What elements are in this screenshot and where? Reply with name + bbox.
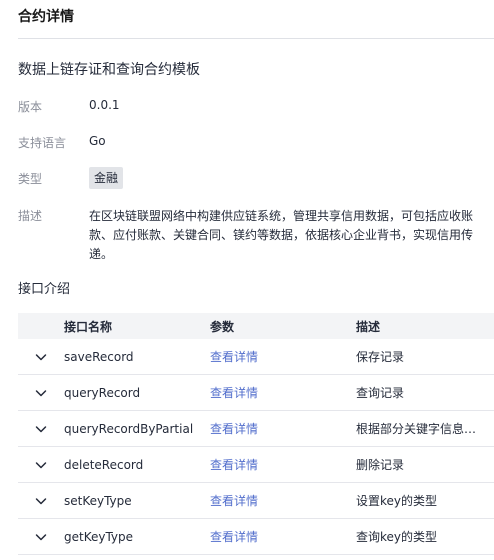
table-row: deleteRecord 查看详情 删除记录 <box>18 447 494 483</box>
header-name: 接口名称 <box>64 319 113 334</box>
view-details-link[interactable]: 查看详情 <box>210 386 258 400</box>
table-row: getKeyType 查看详情 查询key的类型 <box>18 519 494 555</box>
version-label: 版本 <box>18 100 43 114</box>
interface-name: queryRecordByPartial <box>64 421 194 436</box>
template-name: 数据上链存证和查询合约模板 <box>18 62 200 78</box>
type-label: 类型 <box>18 172 43 186</box>
view-details-link[interactable]: 查看详情 <box>210 494 258 508</box>
header-desc: 描述 <box>356 319 381 334</box>
table-header: 接口名称 参数 描述 <box>18 313 494 339</box>
table-row: setKeyType 查看详情 设置key的类型 <box>18 483 494 519</box>
view-details-link[interactable]: 查看详情 <box>210 350 258 364</box>
page-title: 合约详情 <box>18 9 74 25</box>
interface-name: queryRecord <box>64 385 141 400</box>
param-cell: 查看详情 <box>210 528 356 545</box>
view-details-link[interactable]: 查看详情 <box>210 422 258 436</box>
view-details-link[interactable]: 查看详情 <box>210 530 258 544</box>
interface-desc: 查询记录 <box>356 386 405 400</box>
interfaces-table: 接口名称 参数 描述 saveRecord 查看详情 保存记录 queryRecord… <box>18 313 494 555</box>
version-value: 0.0.1 <box>89 98 120 112</box>
interface-desc: 查询key的类型 <box>356 530 438 544</box>
interface-desc: 删除记录 <box>356 458 405 472</box>
param-cell: 查看详情 <box>210 456 356 473</box>
expand-row-button[interactable] <box>18 386 64 400</box>
param-cell: 查看详情 <box>210 348 356 365</box>
chevron-down-icon <box>34 422 48 436</box>
chevron-down-icon <box>34 458 48 472</box>
header-param: 参数 <box>210 319 235 334</box>
param-cell: 查看详情 <box>210 492 356 509</box>
header-divider <box>18 38 494 39</box>
expand-row-button[interactable] <box>18 422 64 436</box>
table-body: saveRecord 查看详情 保存记录 queryRecord 查看详情 查询记录 que… <box>18 339 494 555</box>
table-row: saveRecord 查看详情 保存记录 <box>18 339 494 375</box>
interface-desc: 根据部分关键字信息… <box>356 422 476 436</box>
description-text: 在区块链联盟网络中构建供应链系统，管理共享信用数据，可包括应收账款、应付账款、关… <box>89 209 474 261</box>
language-label: 支持语言 <box>18 136 67 150</box>
interface-name: getKeyType <box>64 529 134 544</box>
interface-desc: 设置key的类型 <box>356 494 438 508</box>
chevron-down-icon <box>34 386 48 400</box>
interface-name: saveRecord <box>64 349 134 364</box>
table-row: queryRecordByPartial 查看详情 根据部分关键字信息… <box>18 411 494 447</box>
language-value: Go <box>89 134 106 148</box>
chevron-down-icon <box>34 350 48 364</box>
interface-name: deleteRecord <box>64 457 144 472</box>
param-cell: 查看详情 <box>210 420 356 437</box>
view-details-link[interactable]: 查看详情 <box>210 458 258 472</box>
description-label: 描述 <box>18 209 43 223</box>
param-cell: 查看详情 <box>210 384 356 401</box>
interfaces-section-title: 接口介绍 <box>18 282 71 297</box>
chevron-down-icon <box>34 530 48 544</box>
type-tag: 金融 <box>89 167 124 189</box>
table-row: queryRecord 查看详情 查询记录 <box>18 375 494 411</box>
interface-name: setKeyType <box>64 493 132 508</box>
expand-row-button[interactable] <box>18 350 64 364</box>
expand-row-button[interactable] <box>18 530 64 544</box>
expand-row-button[interactable] <box>18 494 64 508</box>
expand-row-button[interactable] <box>18 458 64 472</box>
interface-desc: 保存记录 <box>356 350 405 364</box>
chevron-down-icon <box>34 494 48 508</box>
